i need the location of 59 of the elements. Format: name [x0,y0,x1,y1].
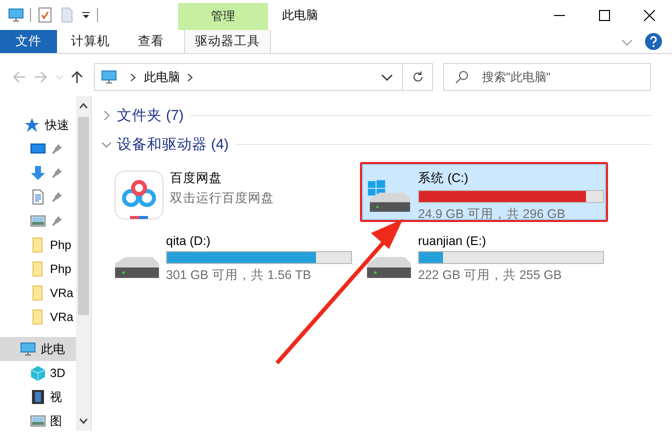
close-icon[interactable] [644,10,655,20]
drive-name: qita (D:) [166,234,212,248]
help-icon[interactable] [645,33,662,50]
picture-icon [30,413,46,429]
chevron-icon[interactable] [186,72,195,82]
scroll-thumb[interactable] [78,117,89,315]
computer-icon [100,69,118,85]
breadcrumb[interactable]: 此电脑 [144,68,180,86]
film-icon [30,389,46,405]
computer-icon[interactable] [8,7,24,23]
drive-name: ruanjian (E:) [418,234,488,248]
nav-item[interactable]: Php [0,233,76,257]
drive-usage: 222 GB 可用，共 255 GB [418,267,563,284]
drive-usage: 301 GB 可用，共 1.56 TB [166,267,312,284]
chevron-icon[interactable] [129,72,138,82]
drive-name: 系统 (C:) [418,170,470,187]
cloud-app-icon [114,170,164,220]
nav-item[interactable]: 快速 [0,113,76,137]
computer-icon [20,341,36,357]
app-name: 百度网盘 [170,170,223,187]
context-group-label: 管理 [178,3,268,30]
refresh-icon[interactable] [412,71,424,83]
address-bar[interactable]: 此电脑 [94,63,433,91]
nav-item[interactable]: Php [0,257,76,281]
cube-icon [30,365,46,381]
down-arrow-icon [30,165,46,181]
drive-tile[interactable]: qita (D:) 301 GB 可用，共 1.56 TB [108,226,356,286]
app-description: 双击运行百度网盘 [170,190,275,207]
nav-item[interactable]: 3D [0,361,76,385]
section-header[interactable]: 设备和驱动器 (4) [117,134,229,154]
drive-icon [366,256,412,279]
ribbon-tab[interactable]: 驱动器工具 [184,30,271,53]
nav-item[interactable]: VRa [0,281,76,305]
nav-item[interactable]: 图 [0,409,76,431]
system-drive-icon [366,177,412,215]
drive-tile[interactable]: ruanjian (E:) 222 GB 可用，共 255 GB [360,226,608,286]
nav-item[interactable]: 此电 [0,337,76,361]
nav-item[interactable]: 视 [0,385,76,409]
ribbon-tab[interactable]: 文件 [0,30,57,53]
ribbon-tab[interactable]: 计算机 [57,30,124,53]
drive-icon [114,256,160,279]
star-icon [24,117,40,133]
expand-chevron-icon[interactable] [102,110,111,120]
collapse-chevron-icon[interactable] [102,140,111,148]
up-arrow-icon[interactable] [70,70,84,84]
search-icon [455,70,469,84]
nav-item[interactable]: VRa [0,305,76,329]
checklist-icon[interactable] [37,7,53,23]
scroll-up-icon[interactable] [79,102,88,111]
app-tile[interactable]: 百度网盘 双击运行百度网盘 [108,162,356,222]
document-icon [30,189,46,205]
maximize-icon[interactable] [599,10,610,20]
search-field[interactable]: 搜索"此电脑" [443,63,651,91]
ribbon-tab[interactable]: 查看 [124,30,178,53]
picture-icon [30,213,46,229]
window-title: 此电脑 [282,6,318,24]
scrollbar[interactable] [76,96,92,431]
scroll-down-icon[interactable] [79,416,88,425]
section-header[interactable]: 文件夹 (7) [117,106,184,124]
